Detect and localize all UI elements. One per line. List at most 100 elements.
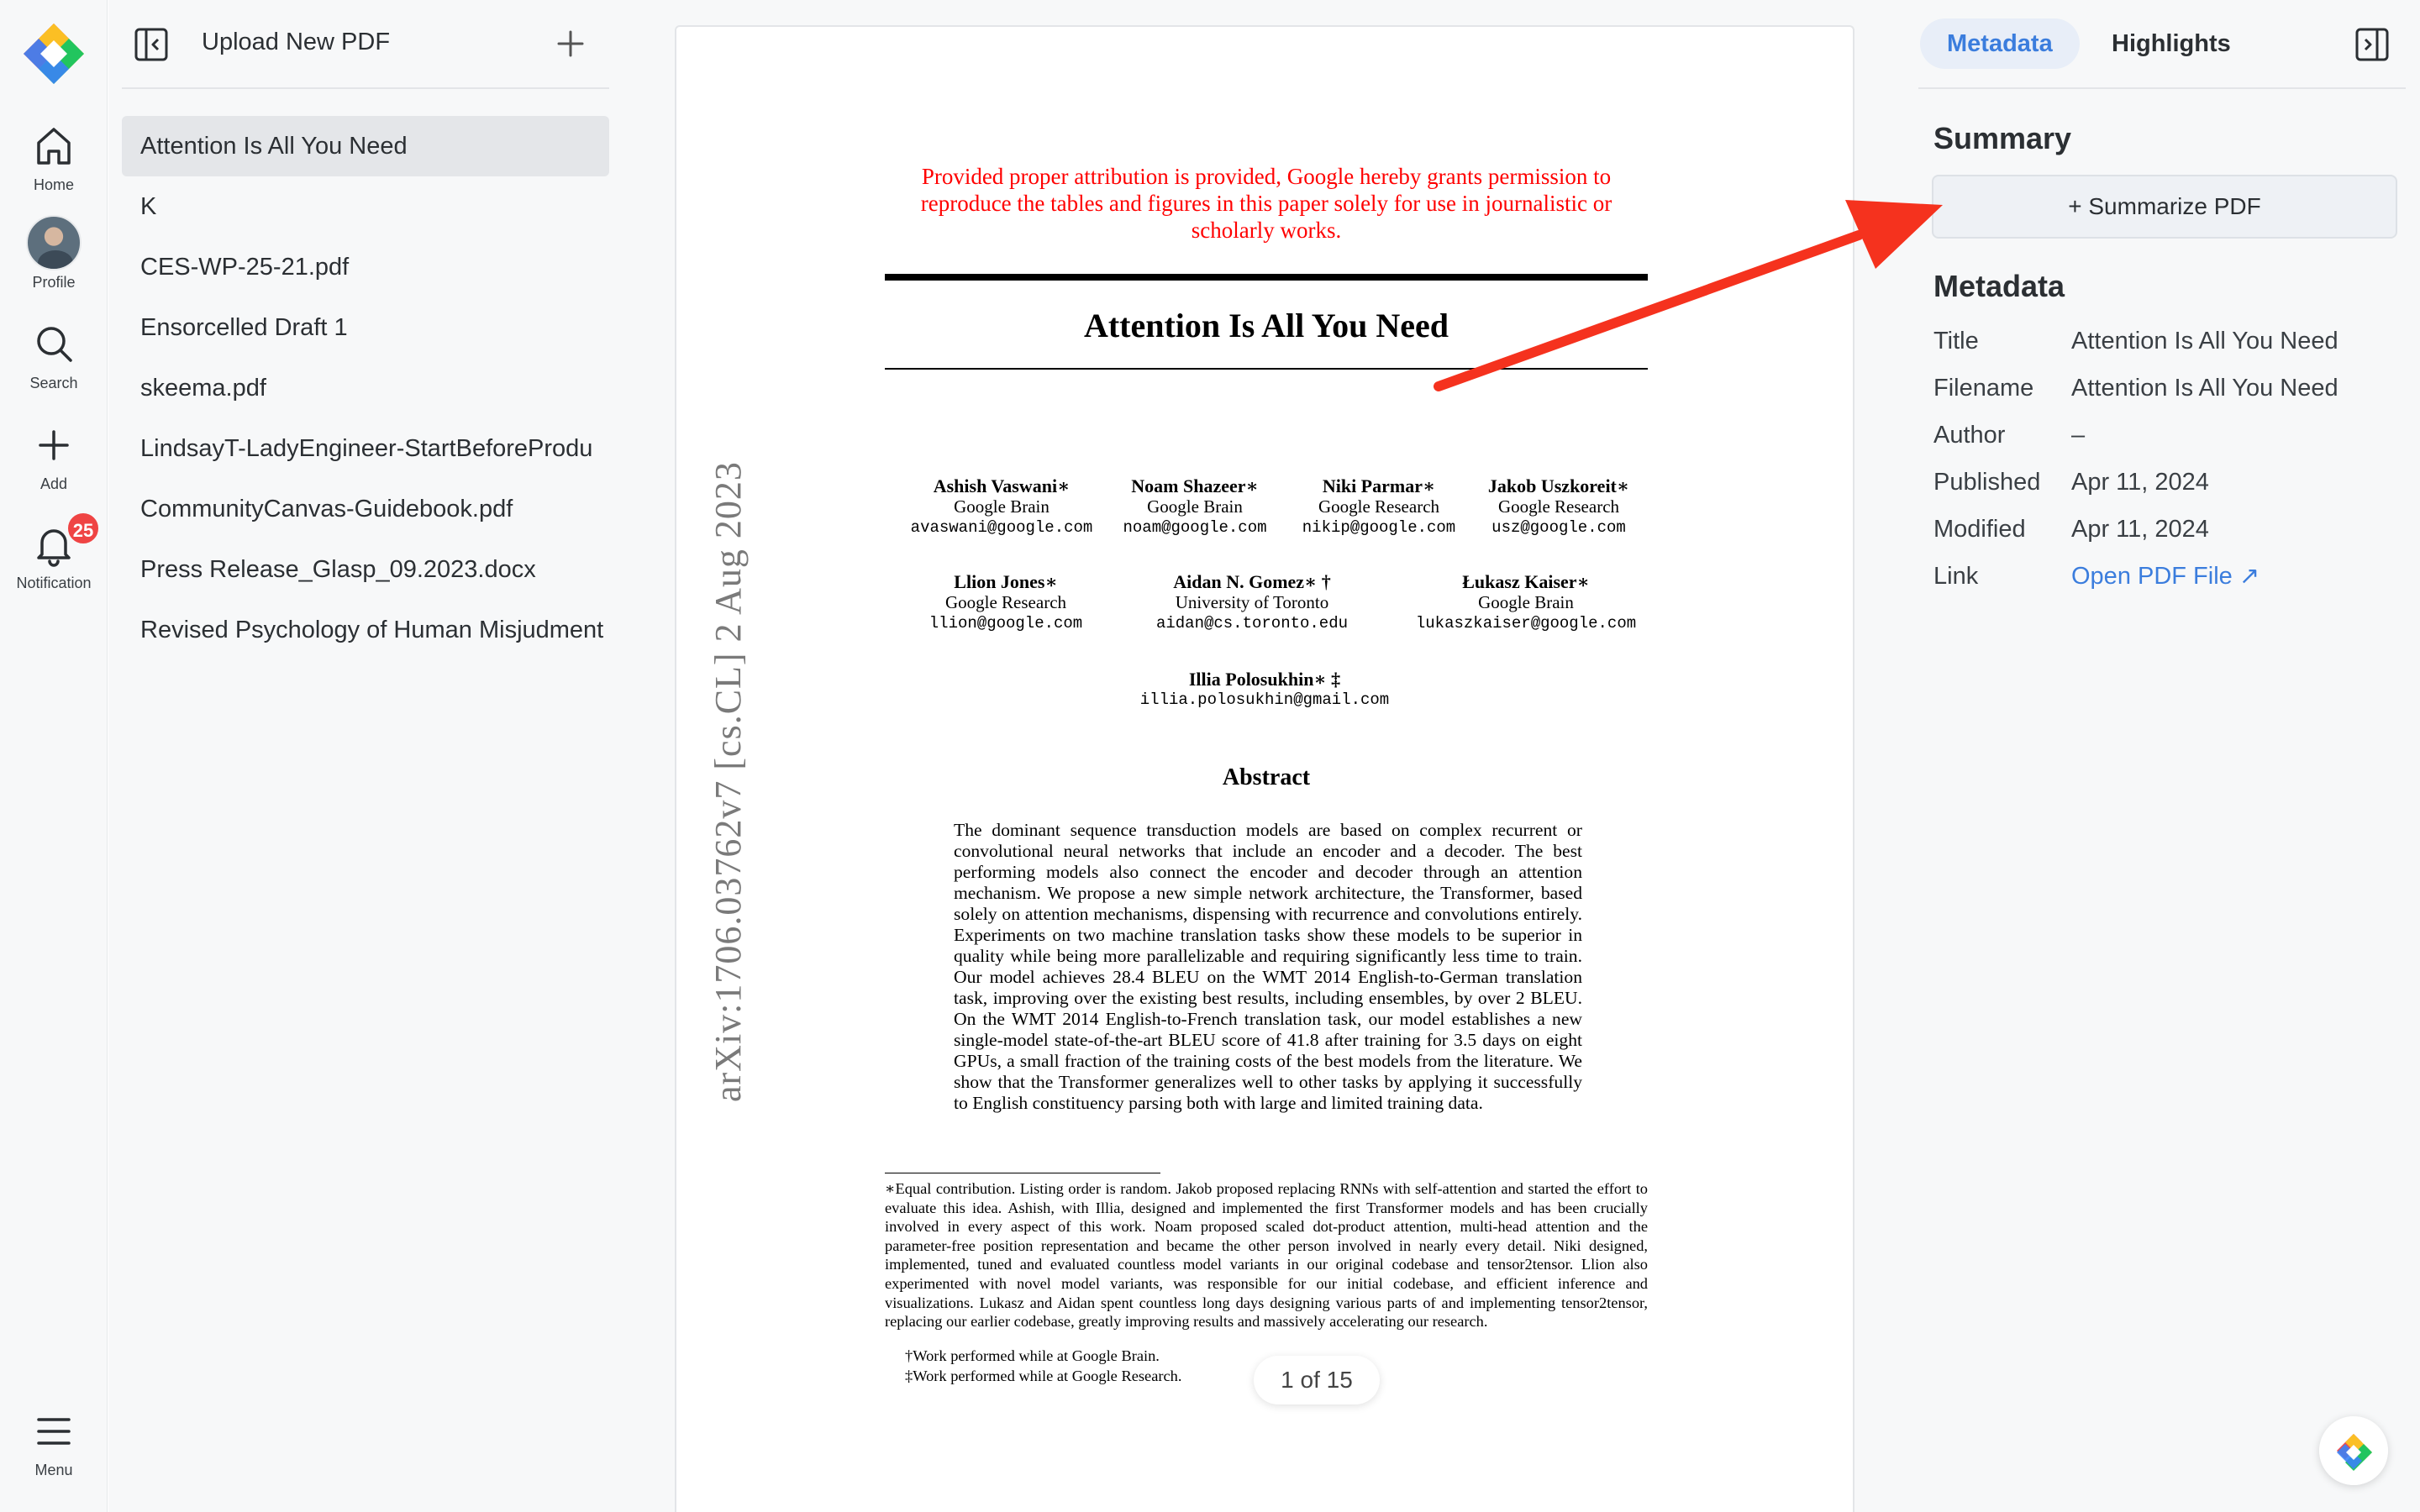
rail-profile[interactable]: Profile — [0, 215, 108, 291]
author-email: avaswani@google.com — [910, 518, 1093, 537]
author-email: lukaszkaiser@google.com — [1415, 614, 1637, 633]
author-org: Google Brain — [1147, 496, 1243, 517]
metadata-key: Link — [1933, 563, 1979, 590]
metadata-key: Filename — [1933, 375, 2034, 402]
app-logo-icon[interactable] — [22, 22, 86, 86]
rail-profile-label: Profile — [32, 274, 76, 291]
file-item[interactable]: Attention Is All You Need — [122, 116, 609, 176]
file-item[interactable]: Revised Psychology of Human Misjudment — [122, 600, 623, 660]
add-file-icon[interactable] — [555, 29, 586, 59]
file-list: Attention Is All You Need K CES-WP-25-21… — [122, 116, 623, 660]
right-panel: Metadata Highlights Summary + Summarize … — [1905, 0, 2420, 1512]
file-item[interactable]: Ensorcelled Draft 1 — [122, 297, 623, 358]
rail-menu-label: Menu — [34, 1462, 73, 1478]
author-block: Aidan N. Gomez∗ † University of Toronto … — [1130, 571, 1374, 634]
divider — [1918, 87, 2406, 89]
metadata-key: Published — [1933, 469, 2041, 496]
rail-home-label: Home — [33, 176, 74, 193]
author-name: Ashish Vaswani∗ — [933, 475, 1071, 496]
metadata-value: Attention Is All You Need — [2071, 375, 2338, 402]
author-block: Llion Jones∗ Google Research llion@googl… — [913, 571, 1098, 634]
rail-add-label: Add — [39, 475, 68, 492]
author-email: illia.polosukhin@gmail.com — [1139, 690, 1390, 709]
author-email: aidan@cs.toronto.edu — [1155, 614, 1349, 633]
avatar — [26, 215, 82, 270]
author-name: Llion Jones∗ — [954, 571, 1058, 592]
file-item[interactable]: skeema.pdf — [122, 358, 623, 418]
search-icon — [37, 327, 72, 362]
metadata-key: Author — [1933, 422, 2006, 449]
collapse-sidebar-icon[interactable] — [134, 27, 169, 62]
pdf-viewer[interactable]: Provided proper attribution is provided,… — [623, 0, 1905, 1512]
rail-menu[interactable]: Menu — [0, 1404, 108, 1479]
metadata-heading: Metadata — [1933, 269, 2065, 303]
divider — [122, 87, 609, 89]
metadata-value: Attention Is All You Need — [2071, 328, 2338, 354]
rail-search-label: Search — [29, 375, 78, 391]
open-pdf-file-link[interactable]: Open PDF File ↗ — [2071, 553, 2260, 600]
upload-new-pdf-button[interactable]: Upload New PDF — [202, 29, 390, 56]
metadata-value: Apr 11, 2024 — [2071, 516, 2209, 543]
file-item[interactable]: CommunityCanvas-Guidebook.pdf — [122, 479, 623, 539]
author-block: Noam Shazeer∗ Google Brain noam@google.c… — [1107, 475, 1283, 538]
author-email: noam@google.com — [1123, 518, 1267, 537]
author-block: Jakob Uszkoreit∗ Google Research usz@goo… — [1475, 475, 1643, 538]
rail-search[interactable]: Search — [0, 318, 108, 392]
plus-icon — [39, 430, 69, 460]
author-block: Ashish Vaswani∗ Google Brain avaswani@go… — [905, 475, 1098, 538]
author-org: Google Research — [1318, 496, 1440, 517]
author-name: Jakob Uszkoreit∗ — [1487, 475, 1630, 496]
author-block: Niki Parmar∗ Google Research nikip@googl… — [1286, 475, 1471, 538]
metadata-value: Apr 11, 2024 — [2071, 469, 2209, 496]
summary-heading: Summary — [1933, 121, 2072, 155]
home-icon — [37, 128, 71, 165]
notification-badge: 25 — [66, 511, 101, 546]
tab-metadata[interactable]: Metadata — [1920, 18, 2080, 69]
tab-highlights[interactable]: Highlights — [2085, 18, 2258, 69]
metadata-key: Title — [1933, 328, 1979, 354]
author-block: Illia Polosukhin∗ ‡ illia.polosukhin@gma… — [1122, 669, 1407, 711]
metadata-row-link: Link Open PDF File ↗ — [1933, 553, 2404, 600]
file-item[interactable]: LindsayT-LadyEngineer-StartBeforeProdu — [122, 418, 623, 479]
author-name: Noam Shazeer∗ — [1131, 475, 1259, 496]
author-org: Google Research — [1497, 496, 1620, 517]
title-rule-top — [885, 274, 1648, 281]
author-name: Łukasz Kaiser∗ — [1462, 571, 1590, 592]
metadata-row-filename: Filename Attention Is All You Need — [1933, 365, 2404, 412]
rail-home[interactable]: Home — [0, 119, 108, 194]
page-indicator: 1 of 15 — [1254, 1356, 1380, 1404]
author-name: Illia Polosukhin∗ ‡ — [1188, 669, 1341, 690]
author-block: Łukasz Kaiser∗ Google Brain lukaszkaiser… — [1404, 571, 1648, 634]
footnote-brain: †Work performed while at Google Brain. — [905, 1347, 1160, 1364]
paper-title: Attention Is All You Need — [1083, 307, 1449, 344]
author-org: Google Brain — [954, 496, 1050, 517]
metadata-row-title: Title Attention Is All You Need — [1933, 318, 2404, 365]
pdf-page: Provided proper attribution is provided,… — [675, 25, 1854, 1512]
collapse-right-panel-icon[interactable] — [2354, 27, 2390, 62]
metadata-row-published: Published Apr 11, 2024 — [1933, 459, 2404, 506]
author-org: Google Brain — [1478, 592, 1574, 612]
abstract-text: The dominant sequence transduction model… — [954, 820, 1582, 1113]
title-rule-bottom — [885, 368, 1648, 370]
arxiv-id: arXiv:1706.03762v7 [cs.CL] 2 Aug 2023 — [708, 461, 749, 1102]
file-item[interactable]: K — [122, 176, 623, 237]
metadata-value: – — [2071, 422, 2086, 449]
metadata-key: Modified — [1933, 516, 2026, 543]
permission-notice: Provided proper attribution is provided,… — [920, 164, 1612, 243]
metadata-row-modified: Modified Apr 11, 2024 — [1933, 506, 2404, 553]
rail-add[interactable]: Add — [0, 418, 108, 493]
file-panel-header: Upload New PDF — [108, 0, 623, 87]
icon-rail: Home Profile Search Add Notification 25 … — [0, 0, 108, 1512]
file-panel: Upload New PDF Attention Is All You Need… — [108, 0, 623, 1512]
abstract-heading: Abstract — [1222, 764, 1311, 790]
menu-icon — [37, 1418, 71, 1445]
author-email: nikip@google.com — [1302, 518, 1456, 537]
metadata-row-author: Author – — [1933, 412, 2404, 459]
footnote-research: ‡Work performed while at Google Research… — [905, 1368, 1182, 1384]
author-email: llion@google.com — [929, 614, 1083, 633]
floating-logo-button[interactable] — [2319, 1416, 2388, 1485]
file-item[interactable]: CES-WP-25-21.pdf — [122, 237, 623, 297]
file-item[interactable]: Press Release_Glasp_09.2023.docx — [122, 539, 623, 600]
summarize-pdf-button[interactable]: + Summarize PDF — [1932, 175, 2397, 239]
author-name: Aidan N. Gomez∗ † — [1173, 571, 1331, 592]
